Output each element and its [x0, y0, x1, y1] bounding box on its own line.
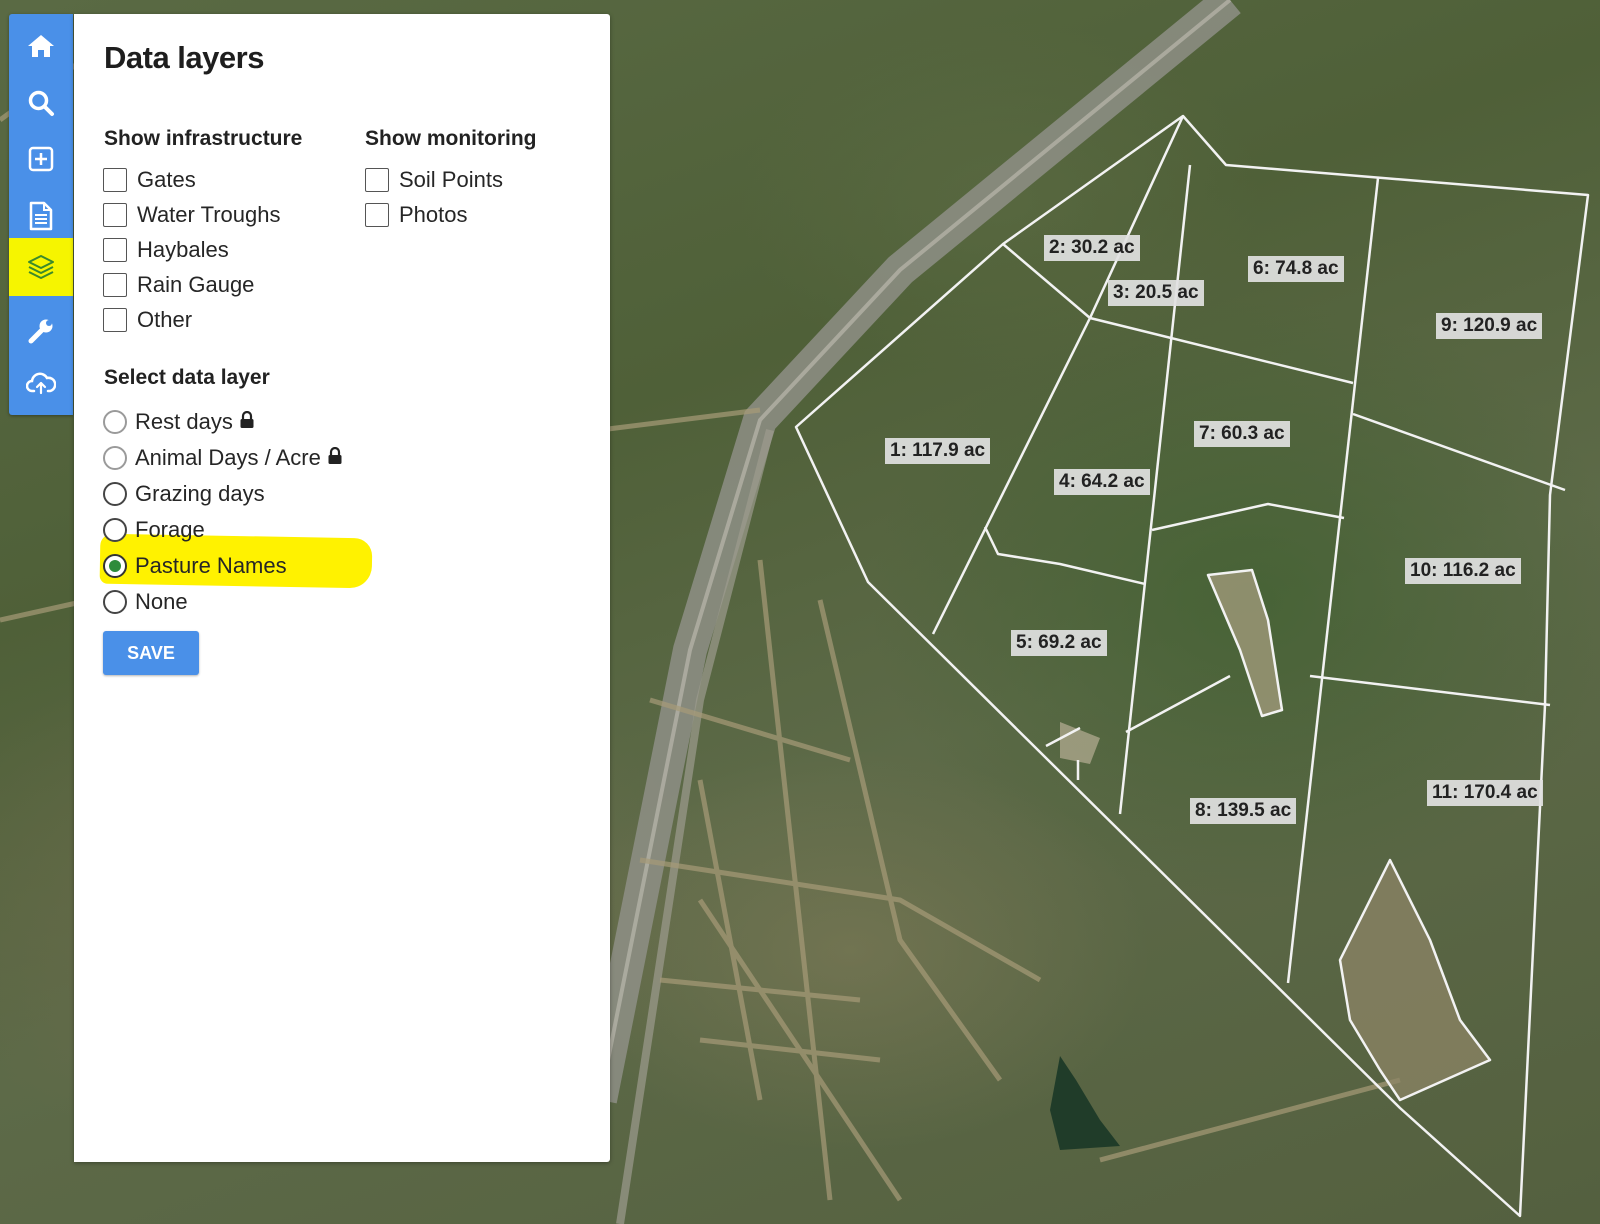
grazing-days-radio-row[interactable]: Grazing days: [103, 478, 265, 510]
animal-days-radio[interactable]: [103, 446, 127, 470]
pasture-names-radio-row[interactable]: Pasture Names: [103, 550, 287, 582]
home-icon: [27, 33, 55, 59]
pasture-label[interactable]: 4: 64.2 ac: [1054, 469, 1150, 495]
haybales-checkbox[interactable]: [103, 238, 127, 262]
radio-label: Forage: [135, 517, 205, 542]
radio-label: Animal Days / Acre: [135, 445, 321, 470]
layers-icon: [27, 253, 55, 281]
pasture-label[interactable]: 2: 30.2 ac: [1044, 235, 1140, 261]
pasture-names-radio[interactable]: [103, 554, 127, 578]
forage-radio-row[interactable]: Forage: [103, 514, 205, 546]
wrench-icon: [27, 317, 55, 345]
add-button[interactable]: [9, 132, 73, 186]
gates-checkbox[interactable]: [103, 168, 127, 192]
radio-label: Pasture Names: [135, 553, 287, 578]
search-button[interactable]: [9, 76, 73, 130]
settings-button[interactable]: [9, 304, 73, 358]
pasture-label[interactable]: 10: 116.2 ac: [1405, 558, 1521, 584]
checkbox-label: Other: [137, 307, 193, 332]
lock-icon: [239, 409, 255, 435]
checkbox-label: Rain Gauge: [137, 272, 255, 297]
document-button[interactable]: [9, 189, 73, 243]
rain-gauge-checkbox[interactable]: [103, 273, 127, 297]
grazing-days-radio[interactable]: [103, 482, 127, 506]
none-radio[interactable]: [103, 590, 127, 614]
data-layer-heading: Select data layer: [104, 366, 270, 389]
animal-days-radio-row[interactable]: Animal Days / Acre: [103, 442, 343, 474]
cloud-sync-button[interactable]: [9, 356, 73, 410]
infrastructure-heading: Show infrastructure: [104, 127, 303, 150]
home-button[interactable]: [9, 19, 73, 73]
data-layers-panel: Data layers Show infrastructure Gates Wa…: [74, 14, 610, 1162]
checkbox-label: Water Troughs: [137, 202, 281, 227]
other-checkbox-row[interactable]: Other: [103, 304, 192, 336]
layers-button[interactable]: [9, 238, 73, 296]
pasture-label[interactable]: 11: 170.4 ac: [1427, 780, 1543, 806]
cloud-sync-icon: [26, 371, 56, 395]
radio-label: None: [135, 589, 188, 614]
document-icon: [29, 201, 53, 231]
pasture-label[interactable]: 9: 120.9 ac: [1436, 313, 1543, 339]
radio-label: Grazing days: [135, 481, 265, 506]
water-troughs-checkbox-row[interactable]: Water Troughs: [103, 199, 280, 231]
monitoring-heading: Show monitoring: [365, 127, 537, 150]
rest-days-radio[interactable]: [103, 410, 127, 434]
pasture-label[interactable]: 7: 60.3 ac: [1194, 421, 1290, 447]
search-icon: [27, 89, 55, 117]
side-toolbar: [9, 14, 73, 415]
panel-title: Data layers: [104, 40, 264, 75]
checkbox-label: Soil Points: [399, 167, 503, 192]
pasture-label[interactable]: 8: 139.5 ac: [1190, 798, 1297, 824]
radio-label: Rest days: [135, 409, 233, 434]
checkbox-label: Haybales: [137, 237, 229, 262]
water-troughs-checkbox[interactable]: [103, 203, 127, 227]
lock-icon: [327, 445, 343, 471]
photos-checkbox[interactable]: [365, 203, 389, 227]
forage-radio[interactable]: [103, 518, 127, 542]
rest-days-radio-row[interactable]: Rest days: [103, 406, 255, 438]
pasture-label[interactable]: 1: 117.9 ac: [885, 438, 991, 464]
checkbox-label: Gates: [137, 167, 196, 192]
save-button[interactable]: SAVE: [103, 631, 199, 675]
rain-gauge-checkbox-row[interactable]: Rain Gauge: [103, 269, 254, 301]
pasture-label[interactable]: 5: 69.2 ac: [1011, 630, 1107, 656]
none-radio-row[interactable]: None: [103, 586, 188, 618]
pasture-label[interactable]: 6: 74.8 ac: [1248, 256, 1344, 282]
soil-points-checkbox[interactable]: [365, 168, 389, 192]
photos-checkbox-row[interactable]: Photos: [365, 199, 468, 231]
checkbox-label: Photos: [399, 202, 468, 227]
add-icon: [28, 146, 54, 172]
haybales-checkbox-row[interactable]: Haybales: [103, 234, 229, 266]
pasture-label[interactable]: 3: 20.5 ac: [1108, 280, 1204, 306]
other-checkbox[interactable]: [103, 308, 127, 332]
soil-points-checkbox-row[interactable]: Soil Points: [365, 164, 503, 196]
gates-checkbox-row[interactable]: Gates: [103, 164, 196, 196]
